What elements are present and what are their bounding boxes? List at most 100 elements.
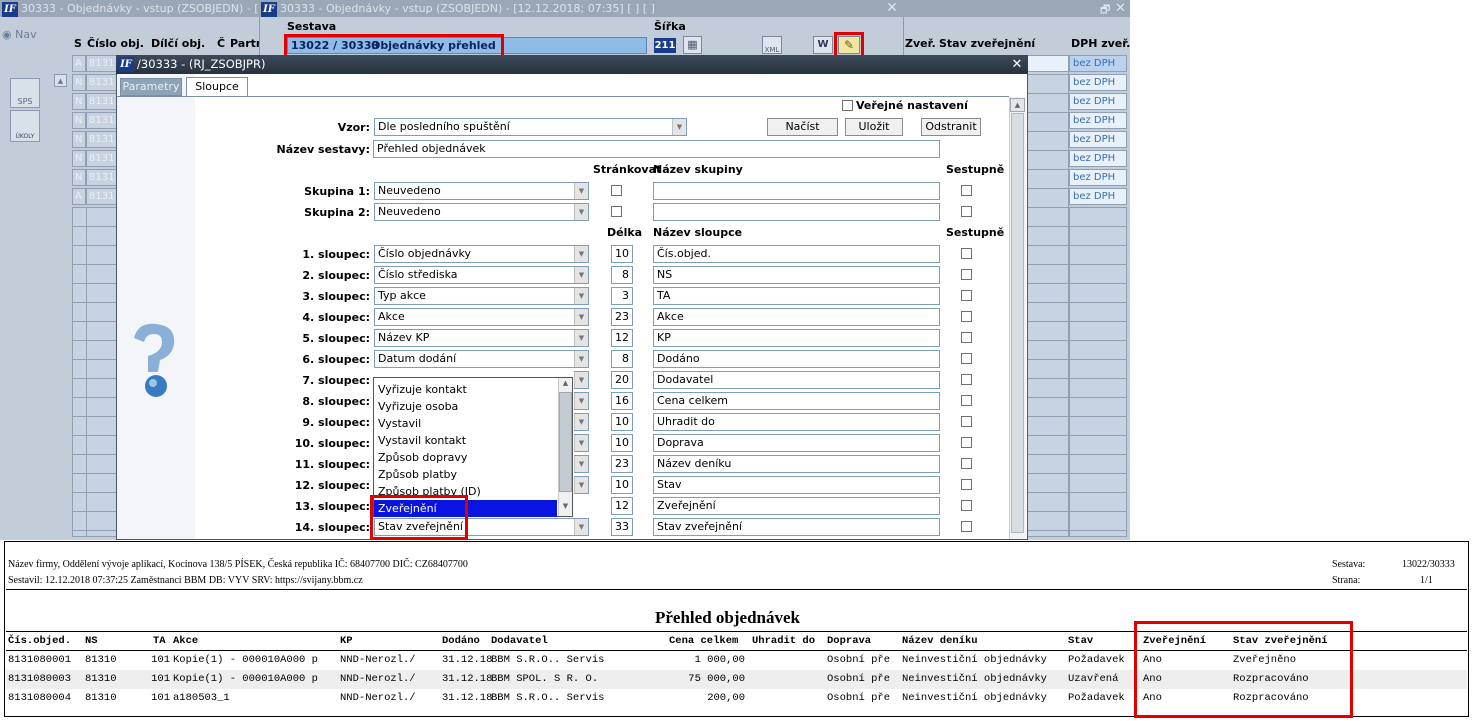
tab-sloupce[interactable]: Sloupce	[186, 77, 248, 97]
column-10-select[interactable]: ▼	[574, 434, 589, 452]
column-6-sestupne-checkbox[interactable]	[961, 353, 972, 364]
column-11-select[interactable]: ▼	[574, 455, 589, 473]
column-3-name-input[interactable]: TA	[653, 287, 940, 305]
nacist-button[interactable]: Načíst	[767, 118, 838, 136]
column-4-sestupne-checkbox[interactable]	[961, 311, 972, 322]
column-1-select[interactable]: Číslo objednávky ▼	[374, 245, 589, 263]
verejne-checkbox[interactable]	[842, 100, 853, 111]
ulozit-button[interactable]: Uložit	[845, 118, 903, 136]
column-13-name-input[interactable]: Zveřejnění	[653, 497, 940, 515]
mid-close-icon[interactable]: ✕	[884, 0, 900, 17]
column-2-length-input[interactable]: 8	[611, 266, 633, 284]
column-10-length-input[interactable]: 10	[611, 434, 633, 452]
column-13-sestupne-checkbox[interactable]	[961, 500, 972, 511]
column-2-sestupne-checkbox[interactable]	[961, 269, 972, 280]
tab-parametry[interactable]: Parametry	[120, 78, 182, 96]
column-9-sestupne-checkbox[interactable]	[961, 416, 972, 427]
column-12-select[interactable]: ▼	[574, 476, 589, 494]
column-3-length-input[interactable]: 3	[611, 287, 633, 305]
dialog-close-icon[interactable]: ✕	[1008, 55, 1026, 74]
skupina1-sestupne-checkbox[interactable]	[961, 185, 972, 196]
column-5-name-input[interactable]: KP	[653, 329, 940, 347]
restore-icon[interactable]: 🗗	[1100, 1, 1110, 20]
table-row[interactable]: A	[72, 188, 86, 205]
ukoly-button[interactable]: ÚKOLY	[10, 110, 40, 142]
column-2-name-input[interactable]: NS	[653, 266, 940, 284]
table-row[interactable]: N	[72, 131, 86, 148]
column-12-sestupne-checkbox[interactable]	[961, 479, 972, 490]
dropdown-scroll-thumb[interactable]	[559, 392, 572, 492]
dropdown-option[interactable]: Vystavil	[374, 415, 557, 432]
column-4-select[interactable]: Akce ▼	[374, 308, 589, 326]
column-10-sestupne-checkbox[interactable]	[961, 437, 972, 448]
list-item[interactable]: bez DPH	[1069, 74, 1127, 91]
column-6-name-input[interactable]: Dodáno	[653, 350, 940, 368]
scroll-up-icon[interactable]: ▲	[559, 379, 572, 391]
column-14-name-input[interactable]: Stav zveřejnění	[653, 518, 940, 536]
table-row[interactable]: 8131	[86, 150, 120, 167]
column-14-sestupne-checkbox[interactable]	[961, 521, 972, 532]
column-11-name-input[interactable]: Název deníku	[653, 455, 940, 473]
column-8-sestupne-checkbox[interactable]	[961, 395, 972, 406]
nazev-sestavy-input[interactable]: Přehled objednávek	[373, 140, 940, 158]
table-row[interactable]: 8131	[86, 188, 120, 205]
list-item[interactable]: bez DPH	[1069, 169, 1127, 186]
list-item[interactable]: bez DPH	[1069, 93, 1127, 110]
table-row[interactable]: N	[72, 74, 86, 91]
column-9-name-input[interactable]: Uhradit do	[653, 413, 940, 431]
nav-button[interactable]: ◉ Nav	[2, 28, 37, 41]
column-7-name-input[interactable]: Dodavatel	[653, 371, 940, 389]
sps-button[interactable]: SPS	[10, 78, 40, 108]
table-row[interactable]: 8131	[86, 169, 120, 186]
column-13-length-input[interactable]: 12	[611, 497, 633, 515]
skupina2-sestupne-checkbox[interactable]	[961, 206, 972, 217]
column-5-length-input[interactable]: 12	[611, 329, 633, 347]
vzor-select[interactable]: Dle posledního spuštění ▼	[374, 118, 687, 136]
list-item[interactable]: bez DPH	[1069, 112, 1127, 129]
column-3-sestupne-checkbox[interactable]	[961, 290, 972, 301]
column-8-select[interactable]: ▼	[574, 392, 589, 410]
excel-icon[interactable]: ▦	[683, 36, 702, 54]
dropdown-option[interactable]: Vyřizuje osoba	[374, 398, 557, 415]
skupina2-strankovat-checkbox[interactable]	[611, 206, 622, 217]
table-row[interactable]: N	[72, 112, 86, 129]
right-close-icon[interactable]: ✕	[1115, 0, 1126, 17]
table-row[interactable]: 8131	[86, 93, 120, 110]
column-1-name-input[interactable]: Čís.objed.	[653, 245, 940, 263]
column-4-name-input[interactable]: Akce	[653, 308, 940, 326]
table-row[interactable]: A	[72, 55, 86, 72]
skupina2-select[interactable]: Neuvedeno ▼	[374, 203, 589, 221]
column-2-select[interactable]: Číslo střediska ▼	[374, 266, 589, 284]
column-3-select[interactable]: Typ akce ▼	[374, 287, 589, 305]
column-6-select[interactable]: Datum dodání ▼	[374, 350, 589, 368]
column-9-length-input[interactable]: 10	[611, 413, 633, 431]
column-12-name-input[interactable]: Stav	[653, 476, 940, 494]
column-11-length-input[interactable]: 23	[611, 455, 633, 473]
dropdown-option[interactable]: Vystavil kontakt	[374, 432, 557, 449]
table-row[interactable]: 8131	[86, 74, 120, 91]
dropdown-option[interactable]: Vyřizuje kontakt	[374, 381, 557, 398]
column-8-length-input[interactable]: 16	[611, 392, 633, 410]
odstranit-button[interactable]: Odstranit	[921, 118, 981, 136]
xml-icon[interactable]: XML	[762, 36, 782, 54]
column-14-length-input[interactable]: 33	[611, 518, 633, 536]
column-11-sestupne-checkbox[interactable]	[961, 458, 972, 469]
column-8-name-input[interactable]: Cena celkem	[653, 392, 940, 410]
scroll-up-icon[interactable]: ▲	[54, 74, 67, 87]
skupina1-nazev-input[interactable]	[653, 182, 940, 200]
column-1-sestupne-checkbox[interactable]	[961, 248, 972, 259]
dropdown-option[interactable]: Způsob platby	[374, 466, 557, 483]
word-icon[interactable]: W	[813, 36, 833, 54]
list-item[interactable]: bez DPH	[1069, 131, 1127, 148]
column-12-length-input[interactable]: 10	[611, 476, 633, 494]
column-5-sestupne-checkbox[interactable]	[961, 332, 972, 343]
scroll-down-icon[interactable]: ▼	[559, 502, 572, 514]
skupina2-nazev-input[interactable]	[653, 203, 940, 221]
column-7-select[interactable]: ▼	[574, 371, 589, 389]
scroll-up-icon[interactable]: ▲	[1010, 98, 1025, 112]
list-item[interactable]: bez DPH	[1069, 55, 1127, 72]
column-1-length-input[interactable]: 10	[611, 245, 633, 263]
skupina1-select[interactable]: Neuvedeno ▼	[374, 182, 589, 200]
table-row[interactable]: N	[72, 169, 86, 186]
column-7-length-input[interactable]: 20	[611, 371, 633, 389]
